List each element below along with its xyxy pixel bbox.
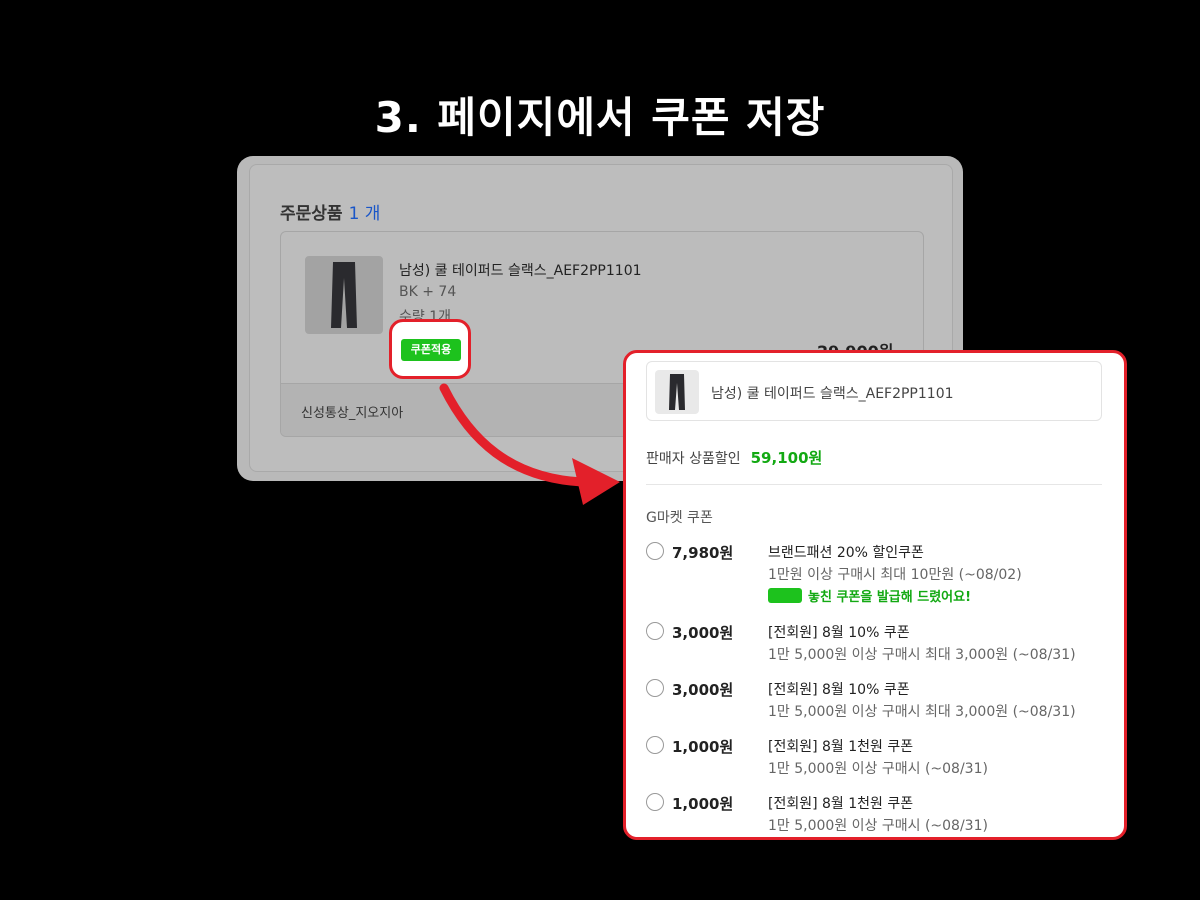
coupon-amount: 7,980원 — [672, 544, 734, 562]
coupon-popup: 남성) 쿨 테이퍼드 슬랙스_AEF2PP1101 판매자 상품할인 59,100… — [623, 350, 1127, 840]
apply-coupon-button[interactable]: 쿠폰적용 — [401, 339, 461, 361]
coupon-condition: 1만 5,000원 이상 구매시 (~08/31) — [768, 818, 988, 834]
coupon-radio[interactable] — [646, 793, 664, 811]
coupon-radio[interactable] — [646, 542, 664, 560]
coupon-name: [전회원] 8월 10% 쿠폰 — [768, 625, 910, 641]
coupon-condition: 1만 5,000원 이상 구매시 최대 3,000원 (~08/31) — [768, 647, 1076, 663]
popup-product-thumbnail — [655, 370, 699, 414]
seller-discount-amount: 59,100원 — [750, 449, 823, 467]
divider — [646, 484, 1102, 485]
coupon-amount: 3,000원 — [672, 681, 734, 699]
seller-discount-label: 판매자 상품할인 — [646, 451, 741, 467]
coupon-name: [전회원] 8월 1천원 쿠폰 — [768, 739, 914, 755]
coupon-name: [전회원] 8월 1천원 쿠폰 — [768, 796, 914, 812]
notice-badge — [768, 588, 802, 603]
coupon-amount: 3,000원 — [672, 624, 734, 642]
coupon-condition: 1만 5,000원 이상 구매시 최대 3,000원 (~08/31) — [768, 704, 1076, 720]
coupon-notice-text: 놓친 쿠폰을 발급해 드렸어요! — [808, 590, 972, 605]
coupon-radio[interactable] — [646, 679, 664, 697]
coupon-notice: 놓친 쿠폰을 발급해 드렸어요! — [768, 586, 971, 605]
coupon-section-title: G마켓 쿠폰 — [646, 510, 713, 526]
coupon-radio[interactable] — [646, 736, 664, 754]
seller-discount: 판매자 상품할인 59,100원 — [646, 447, 822, 468]
coupon-amount: 1,000원 — [672, 795, 734, 813]
popup-product: 남성) 쿨 테이퍼드 슬랙스_AEF2PP1101 — [646, 361, 1102, 421]
coupon-radio[interactable] — [646, 622, 664, 640]
coupon-name: 브랜드패션 20% 할인쿠폰 — [768, 545, 924, 561]
coupon-button-highlight: 쿠폰적용 — [389, 319, 471, 379]
coupon-condition: 1만원 이상 구매시 최대 10만원 (~08/02) — [768, 567, 1022, 583]
coupon-amount: 1,000원 — [672, 738, 734, 756]
coupon-name: [전회원] 8월 10% 쿠폰 — [768, 682, 910, 698]
pants-icon — [669, 374, 685, 410]
coupon-condition: 1만 5,000원 이상 구매시 (~08/31) — [768, 761, 988, 777]
popup-product-name: 남성) 쿨 테이퍼드 슬랙스_AEF2PP1101 — [711, 386, 954, 402]
